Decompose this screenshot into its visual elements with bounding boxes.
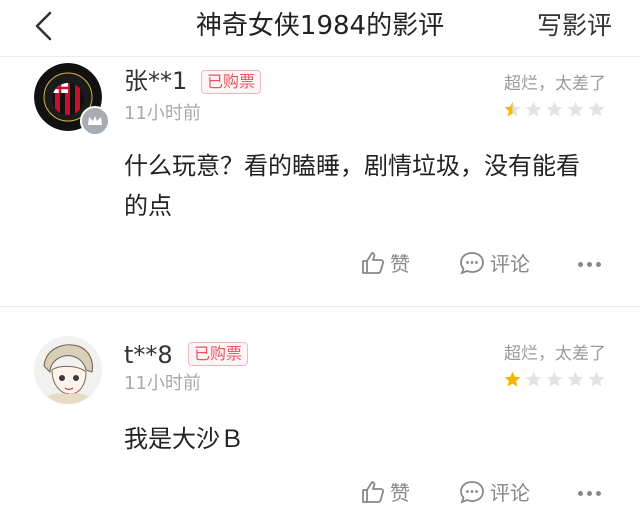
username[interactable]: 张**1 <box>124 66 187 96</box>
top-bar: 神奇女侠1984的影评 写影评 <box>0 0 640 57</box>
thumbs-up-icon <box>362 480 385 503</box>
review-actions: 赞 评论 <box>0 477 640 511</box>
like-button[interactable]: 赞 <box>360 248 410 277</box>
star-icon <box>588 371 605 387</box>
rating-text: 超烂，太差了 <box>504 344 606 364</box>
review-card: 张**1 已购票 11小时前 超烂，太差了 什么玩意？看的瞌睡，剧情垃圾，没有能… <box>0 60 640 307</box>
like-label: 赞 <box>390 252 410 276</box>
comment-label: 评论 <box>490 252 530 276</box>
write-review-button[interactable]: 写影评 <box>537 8 612 44</box>
rating-text: 超烂，太差了 <box>504 74 606 94</box>
star-icon <box>504 371 521 387</box>
star-icon <box>567 371 584 387</box>
comment-icon <box>460 251 484 275</box>
more-options-icon[interactable] <box>578 262 605 267</box>
review-actions: 赞 评论 <box>0 248 640 282</box>
star-rating <box>501 100 606 122</box>
ticket-badge: 已购票 <box>201 70 262 94</box>
more-options-icon[interactable] <box>578 491 605 496</box>
thumbs-up-icon <box>362 251 385 274</box>
comment-icon <box>460 480 484 504</box>
anime-avatar <box>34 336 102 404</box>
username[interactable]: t**8 <box>124 340 173 370</box>
comment-button[interactable]: 评论 <box>458 248 530 277</box>
star-rating <box>501 370 606 392</box>
ticket-badge: 已购票 <box>188 342 249 366</box>
star-icon <box>525 101 542 117</box>
star-icon <box>567 101 584 117</box>
timestamp: 11小时前 <box>124 103 201 124</box>
review-card: t**8 已购票 11小时前 超烂，太差了 我是大沙Ｂ 赞 评论 <box>0 320 640 512</box>
star-icon <box>525 371 542 387</box>
crown-icon <box>80 106 110 136</box>
review-text: 什么玩意？看的瞌睡，剧情垃圾，没有能看的点 <box>124 152 580 220</box>
avatar[interactable] <box>34 336 102 404</box>
star-icon <box>588 101 605 117</box>
star-icon <box>546 371 563 387</box>
review-text: 我是大沙Ｂ <box>124 425 244 453</box>
star-icon <box>504 101 521 117</box>
like-button[interactable]: 赞 <box>360 477 410 506</box>
like-label: 赞 <box>390 481 410 505</box>
star-icon <box>546 101 563 117</box>
comment-label: 评论 <box>490 481 530 505</box>
comment-button[interactable]: 评论 <box>458 477 530 506</box>
timestamp: 11小时前 <box>124 373 201 394</box>
